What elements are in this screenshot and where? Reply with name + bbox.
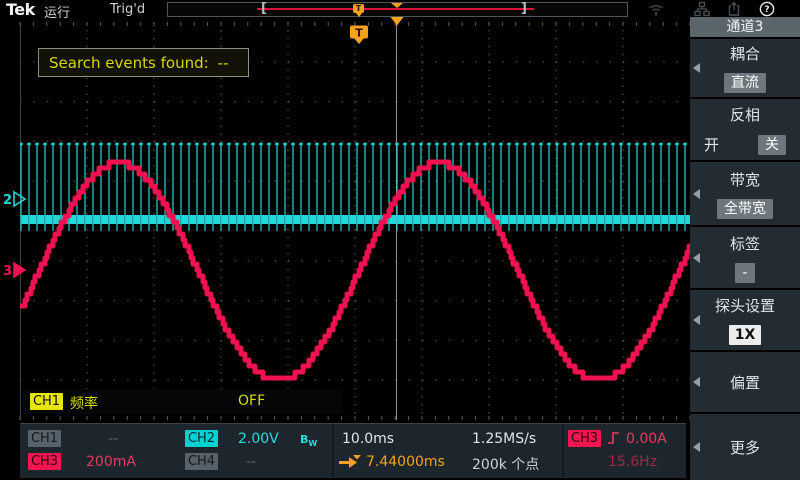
- measurement-value: OFF: [238, 393, 265, 409]
- ch2-bandwidth-limit-icon: BW: [300, 433, 317, 448]
- horizontal-scale[interactable]: 10.0ms: [342, 431, 394, 447]
- trigger-status: Trig'd: [110, 2, 145, 17]
- ch4-scale-value: --: [246, 454, 256, 470]
- status-bar: CH1 -- CH2 2.00V BW CH3 200mA CH4 -- 10.…: [20, 423, 686, 478]
- svg-text:?: ?: [764, 5, 769, 15]
- ch3-badge[interactable]: CH3: [28, 453, 61, 470]
- search-events-label: Search events found:: [49, 54, 209, 72]
- probe-setup-label: 探头设置: [715, 295, 775, 316]
- trigger-position-badge[interactable]: T: [353, 4, 364, 13]
- expand-left-icon[interactable]: [693, 189, 700, 199]
- label-value[interactable]: -: [735, 263, 754, 283]
- measurement-channel-badge: CH1: [30, 393, 63, 410]
- search-events-count: --: [218, 54, 229, 72]
- invert-label: 反相: [730, 104, 760, 125]
- trigger-slope-rising-icon: [606, 430, 622, 446]
- oscilloscope-screen: T 2 3 Tek 运行 Trig'd [ ] T ? Search events …: [0, 0, 800, 480]
- horizontal-delay[interactable]: 7.44000ms: [366, 454, 445, 470]
- expand-left-icon[interactable]: [693, 442, 700, 452]
- ch2-badge[interactable]: CH2: [185, 430, 218, 447]
- delay-arrow-icon: [338, 455, 362, 470]
- trigger-level[interactable]: 0.00A: [626, 431, 667, 447]
- svg-text:T: T: [355, 27, 363, 40]
- ch1-badge[interactable]: CH1: [28, 430, 61, 447]
- bandwidth-label: 带宽: [730, 169, 760, 190]
- trigger-source-badge[interactable]: CH3: [568, 430, 601, 447]
- status-divider: [332, 424, 334, 477]
- tek-logo: Tek: [6, 0, 35, 19]
- ch1-scale-value: --: [108, 431, 118, 447]
- measurement-name: 频率: [70, 393, 98, 413]
- wifi-icon: [648, 1, 664, 17]
- coupling-value[interactable]: 直流: [724, 73, 766, 93]
- bandwidth-value[interactable]: 全带宽: [717, 199, 773, 219]
- share-export-icon[interactable]: [726, 1, 742, 17]
- expand-left-icon[interactable]: [693, 63, 700, 73]
- sidebar-item-offset[interactable]: 偏置: [690, 352, 800, 412]
- network-icon: [694, 1, 710, 17]
- sidebar-item-more[interactable]: 更多: [690, 414, 800, 480]
- sidebar-item-bandwidth[interactable]: 带宽 全带宽: [690, 162, 800, 225]
- ch2-scale-value: 2.00V: [238, 431, 279, 447]
- search-events-overlay: Search events found: --: [38, 48, 249, 77]
- offset-label: 偏置: [730, 372, 760, 393]
- label-label: 标签: [730, 233, 760, 254]
- zoom-preview-bar[interactable]: [ ] T: [167, 2, 628, 17]
- sidebar-item-coupling[interactable]: 耦合 直流: [690, 39, 800, 97]
- expand-left-icon[interactable]: [693, 315, 700, 325]
- invert-off-option[interactable]: 关: [758, 135, 786, 155]
- coupling-label: 耦合: [730, 43, 760, 64]
- ch3-scale-value: 200mA: [86, 454, 136, 470]
- status-divider: [562, 424, 564, 477]
- ch4-badge[interactable]: CH4: [185, 453, 218, 470]
- record-view-line: [257, 8, 534, 10]
- more-label: 更多: [730, 437, 760, 458]
- sample-rate: 1.25MS/s: [472, 431, 536, 447]
- sidebar-title: 通道3: [690, 17, 800, 37]
- invert-on-option[interactable]: 开: [704, 134, 719, 155]
- acquisition-run-state: 运行: [44, 2, 70, 21]
- help-icon[interactable]: ?: [759, 1, 775, 17]
- record-view-right-bracket: ]: [521, 1, 527, 16]
- expand-left-icon[interactable]: [693, 253, 700, 263]
- svg-text:2: 2: [3, 193, 12, 208]
- sidebar-item-probe-setup[interactable]: 探头设置 1X: [690, 290, 800, 350]
- trigger-position-marker-icon[interactable]: [391, 3, 403, 8]
- invert-options: 开 关: [690, 134, 800, 155]
- svg-text:3: 3: [3, 264, 12, 279]
- record-view-left-bracket: [: [261, 1, 267, 16]
- sidebar-item-invert[interactable]: 反相 开 关: [690, 99, 800, 160]
- measurement-readout-bar[interactable]: CH1 频率 OFF: [22, 389, 342, 414]
- expand-left-icon[interactable]: [693, 377, 700, 387]
- trigger-frequency: 15.6Hz: [608, 454, 657, 470]
- bw-sub: W: [308, 439, 317, 448]
- record-length: 200k 个点: [472, 454, 539, 474]
- sidebar-item-label[interactable]: 标签 -: [690, 227, 800, 288]
- probe-setup-value[interactable]: 1X: [729, 325, 762, 345]
